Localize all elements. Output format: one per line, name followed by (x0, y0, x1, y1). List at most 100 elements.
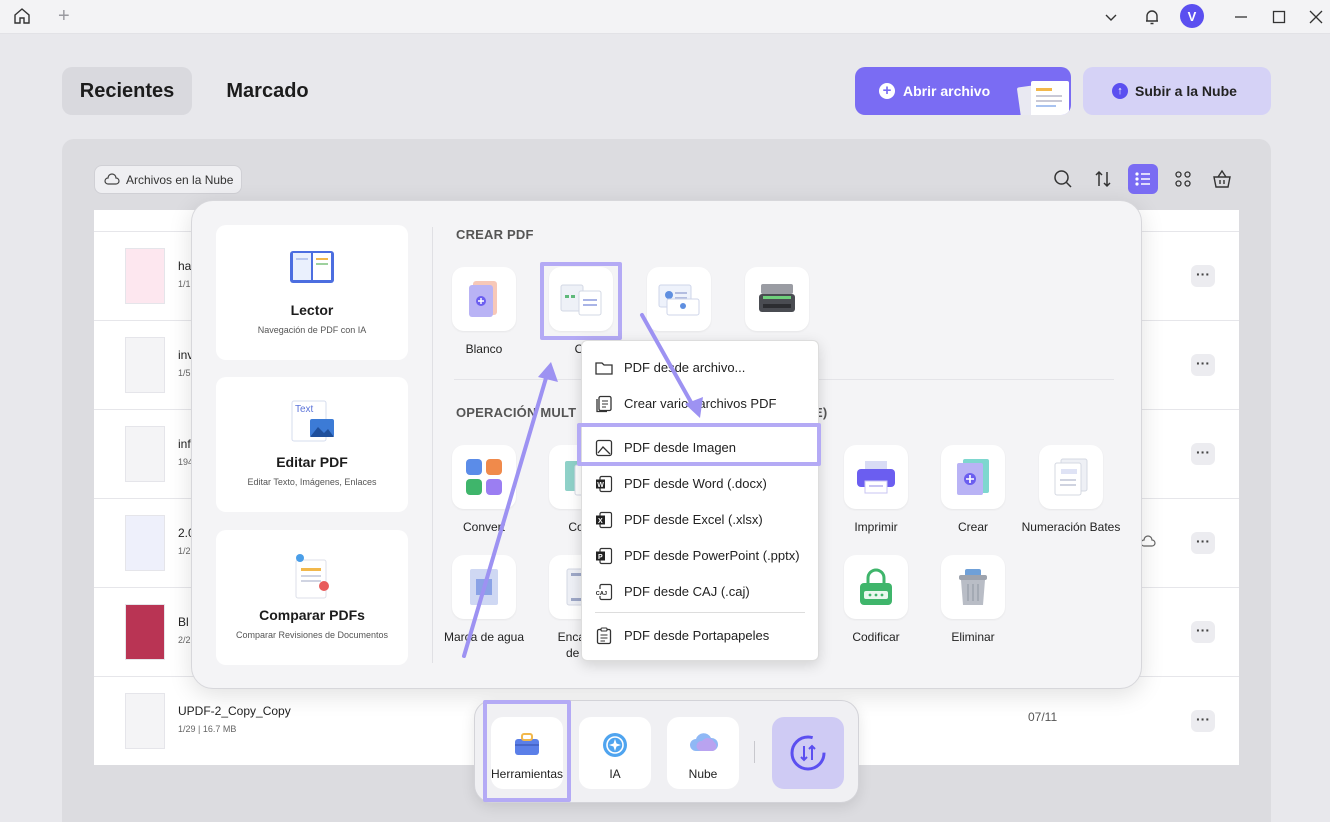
more-options-button[interactable]: ··· (1191, 354, 1215, 376)
compare-icon (295, 554, 329, 599)
other-files-highlight (540, 262, 622, 340)
bell-icon[interactable] (1139, 4, 1165, 30)
more-options-button[interactable]: ··· (1191, 621, 1215, 643)
menu-item-pdf-from-excel[interactable]: X PDF desde Excel (.xlsx) (582, 505, 820, 535)
avatar[interactable]: V (1180, 4, 1204, 28)
sort-icon[interactable] (1088, 164, 1118, 194)
file-meta: 2/2 (178, 635, 191, 645)
scanner-icon[interactable] (745, 267, 809, 331)
sync-button[interactable] (772, 717, 844, 789)
bates-label: Numeración Bates (1021, 520, 1121, 534)
file-thumbnail (125, 248, 165, 304)
file-meta: 1/1 (178, 279, 191, 289)
ai-icon (603, 733, 627, 757)
menu-item-label: PDF desde archivo... (624, 360, 746, 375)
minimize-icon[interactable] (1228, 4, 1254, 30)
svg-text:X: X (598, 518, 603, 525)
printer-icon[interactable] (844, 445, 908, 509)
compare-pdfs-subtitle: Comparar Revisiones de Documentos (235, 630, 389, 640)
menu-item-pdf-from-clipboard[interactable]: PDF desde Portapapeles (582, 621, 820, 651)
cloud-files-label: Archivos en la Nube (126, 173, 234, 187)
file-meta: 1/29 | 16.7 MB (178, 724, 237, 734)
edit-pdf-subtitle: Editar Texto, Imágenes, Enlaces (247, 477, 377, 487)
file-name: ha (178, 259, 192, 273)
compare-pdfs-card[interactable]: Comparar PDFs Comparar Revisiones de Doc… (216, 530, 408, 665)
create-pdf-heading: CREAR PDF (456, 227, 534, 242)
create-icon[interactable] (941, 445, 1005, 509)
tab-recientes[interactable]: Recientes (62, 67, 192, 115)
maximize-icon[interactable] (1266, 4, 1292, 30)
tools-dock-highlight (483, 700, 571, 802)
upload-arrow-icon: ↑ (1112, 83, 1128, 99)
svg-text:W: W (597, 482, 604, 489)
svg-text:CAJ: CAJ (596, 591, 607, 597)
search-icon[interactable] (1048, 164, 1078, 194)
plus-icon[interactable]: + (58, 4, 70, 28)
menu-item-pdf-from-powerpoint[interactable]: P PDF desde PowerPoint (.pptx) (582, 541, 820, 571)
create-pdf-menu: PDF desde archivo... Crear varios archiv… (581, 340, 819, 661)
edit-pdf-card[interactable]: Text Editar PDF Editar Texto, Imágenes, … (216, 377, 408, 512)
dock-cloud-button[interactable]: Nube (667, 717, 739, 789)
watermark-icon[interactable] (452, 555, 516, 619)
bates-numbering-icon[interactable] (1039, 445, 1103, 509)
powerpoint-icon: P (596, 547, 613, 565)
file-thumbnail (125, 337, 165, 393)
cloud-synced-icon (1140, 535, 1156, 547)
upload-cloud-button[interactable]: ↑ Subir a la Nube (1083, 67, 1271, 115)
close-icon[interactable] (1303, 4, 1329, 30)
basket-icon[interactable] (1207, 164, 1237, 194)
plus-circle-icon: + (879, 83, 895, 99)
svg-text:Text: Text (295, 404, 314, 415)
menu-item-create-multiple[interactable]: Crear varios archivos PDF (582, 389, 820, 419)
folder-icon (595, 362, 613, 375)
list-view-icon[interactable] (1128, 164, 1158, 194)
more-options-button[interactable]: ··· (1191, 710, 1215, 732)
convert-label: Convert (462, 520, 506, 534)
menu-item-label: PDF desde CAJ (.caj) (624, 584, 750, 599)
edit-text-icon: Text (291, 400, 334, 442)
encrypt-icon[interactable] (844, 555, 908, 619)
file-thumbnail (125, 515, 165, 571)
book-icon (290, 251, 334, 283)
file-thumbnail (125, 604, 165, 660)
chevron-down-icon[interactable] (1098, 4, 1124, 30)
edit-pdf-title: Editar PDF (276, 454, 348, 470)
menu-item-label: PDF desde Portapapeles (624, 628, 770, 643)
menu-item-label: PDF desde PowerPoint (.pptx) (624, 548, 800, 563)
cloud-icon (690, 733, 719, 751)
menu-item-pdf-from-word[interactable]: W PDF desde Word (.docx) (582, 469, 820, 499)
home-icon[interactable] (8, 3, 36, 29)
clipboard-icon (596, 627, 612, 645)
menu-item-pdf-from-file[interactable]: PDF desde archivo... (582, 353, 820, 383)
file-date: 07/11 (1028, 710, 1058, 724)
id-card-icon[interactable] (647, 267, 711, 331)
file-meta: 1/5 (178, 368, 191, 378)
convert-icon[interactable] (452, 445, 516, 509)
more-options-button[interactable]: ··· (1191, 443, 1215, 465)
open-file-button[interactable]: + Abrir archivo (855, 67, 1071, 115)
delete-label: Eliminar (951, 630, 995, 644)
dock-cloud-label: Nube (688, 767, 718, 781)
excel-icon: X (596, 511, 613, 529)
menu-item-pdf-from-caj[interactable]: CAJ PDF desde CAJ (.caj) (582, 577, 820, 607)
dock-ai-button[interactable]: IA (579, 717, 651, 789)
panel-divider (432, 227, 433, 663)
more-options-button[interactable]: ··· (1191, 532, 1215, 554)
file-meta: 1/2 (178, 546, 191, 556)
reader-title: Lector (290, 302, 334, 318)
trash-icon[interactable] (941, 555, 1005, 619)
file-name: UPDF-2_Copy_Copy (178, 704, 291, 718)
dock-separator (754, 741, 755, 763)
documents-illustration (1017, 81, 1069, 115)
title-bar: + V (0, 0, 1330, 34)
grid-view-icon[interactable] (1168, 164, 1198, 194)
more-options-button[interactable]: ··· (1191, 265, 1215, 287)
cloud-files-filter[interactable]: Archivos en la Nube (94, 165, 242, 194)
watermark-label: Marca de agua (443, 630, 525, 644)
reader-card[interactable]: Lector Navegación de PDF con IA (216, 225, 408, 360)
blank-page-icon[interactable] (452, 267, 516, 331)
reader-subtitle: Navegación de PDF con IA (257, 325, 367, 335)
multi-file-icon (596, 395, 612, 413)
tab-marcado[interactable]: Marcado (205, 67, 330, 115)
encrypt-label: Codificar (852, 630, 900, 644)
